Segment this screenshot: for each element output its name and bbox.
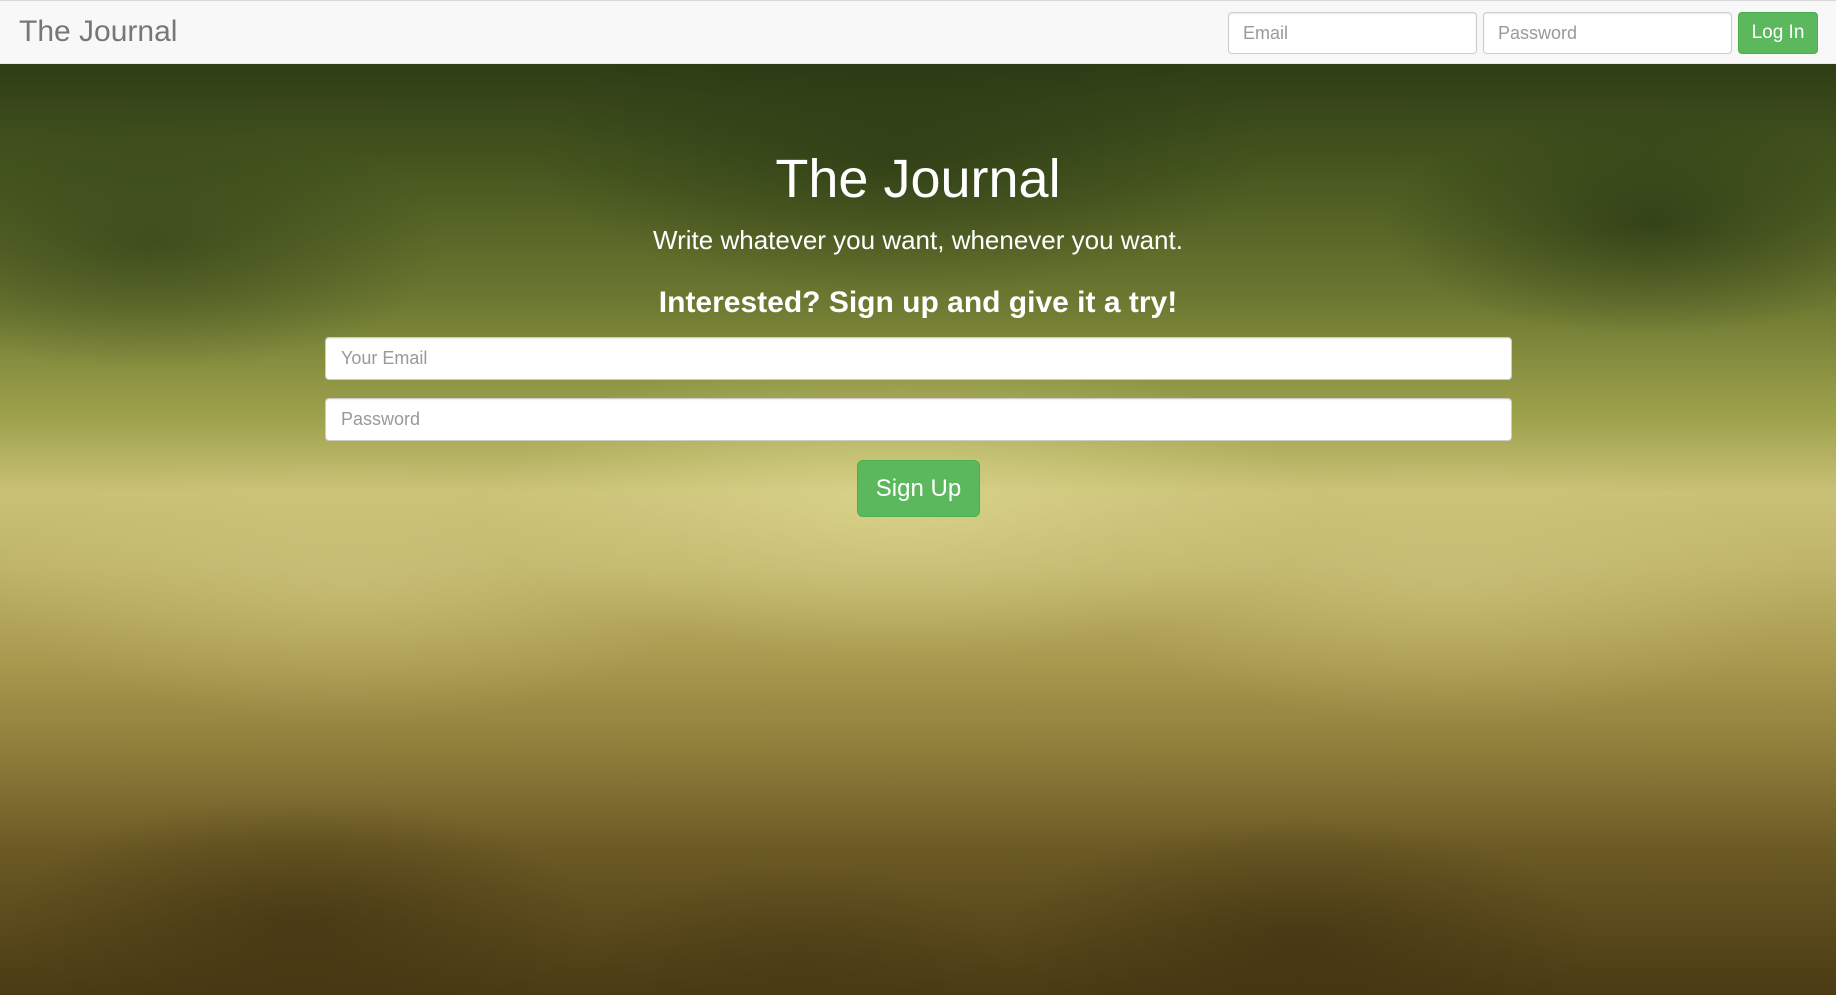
signup-email-input[interactable] [325, 337, 1512, 380]
login-button[interactable]: Log In [1738, 12, 1818, 54]
brand-link[interactable]: The Journal [19, 15, 177, 49]
signup-password-input[interactable] [325, 398, 1512, 441]
top-navbar: The Journal Log In [0, 0, 1836, 64]
hero-tagline: Write whatever you want, whenever you wa… [653, 225, 1183, 255]
login-email-input[interactable] [1228, 12, 1477, 54]
hero-title: The Journal [775, 149, 1061, 209]
page: The Journal Log In The Journal Write wha… [0, 0, 1836, 995]
signup-call-to-action: Interested? Sign up and give it a try! [658, 286, 1178, 319]
signup-button[interactable]: Sign Up [857, 460, 980, 517]
login-password-input[interactable] [1483, 12, 1732, 54]
